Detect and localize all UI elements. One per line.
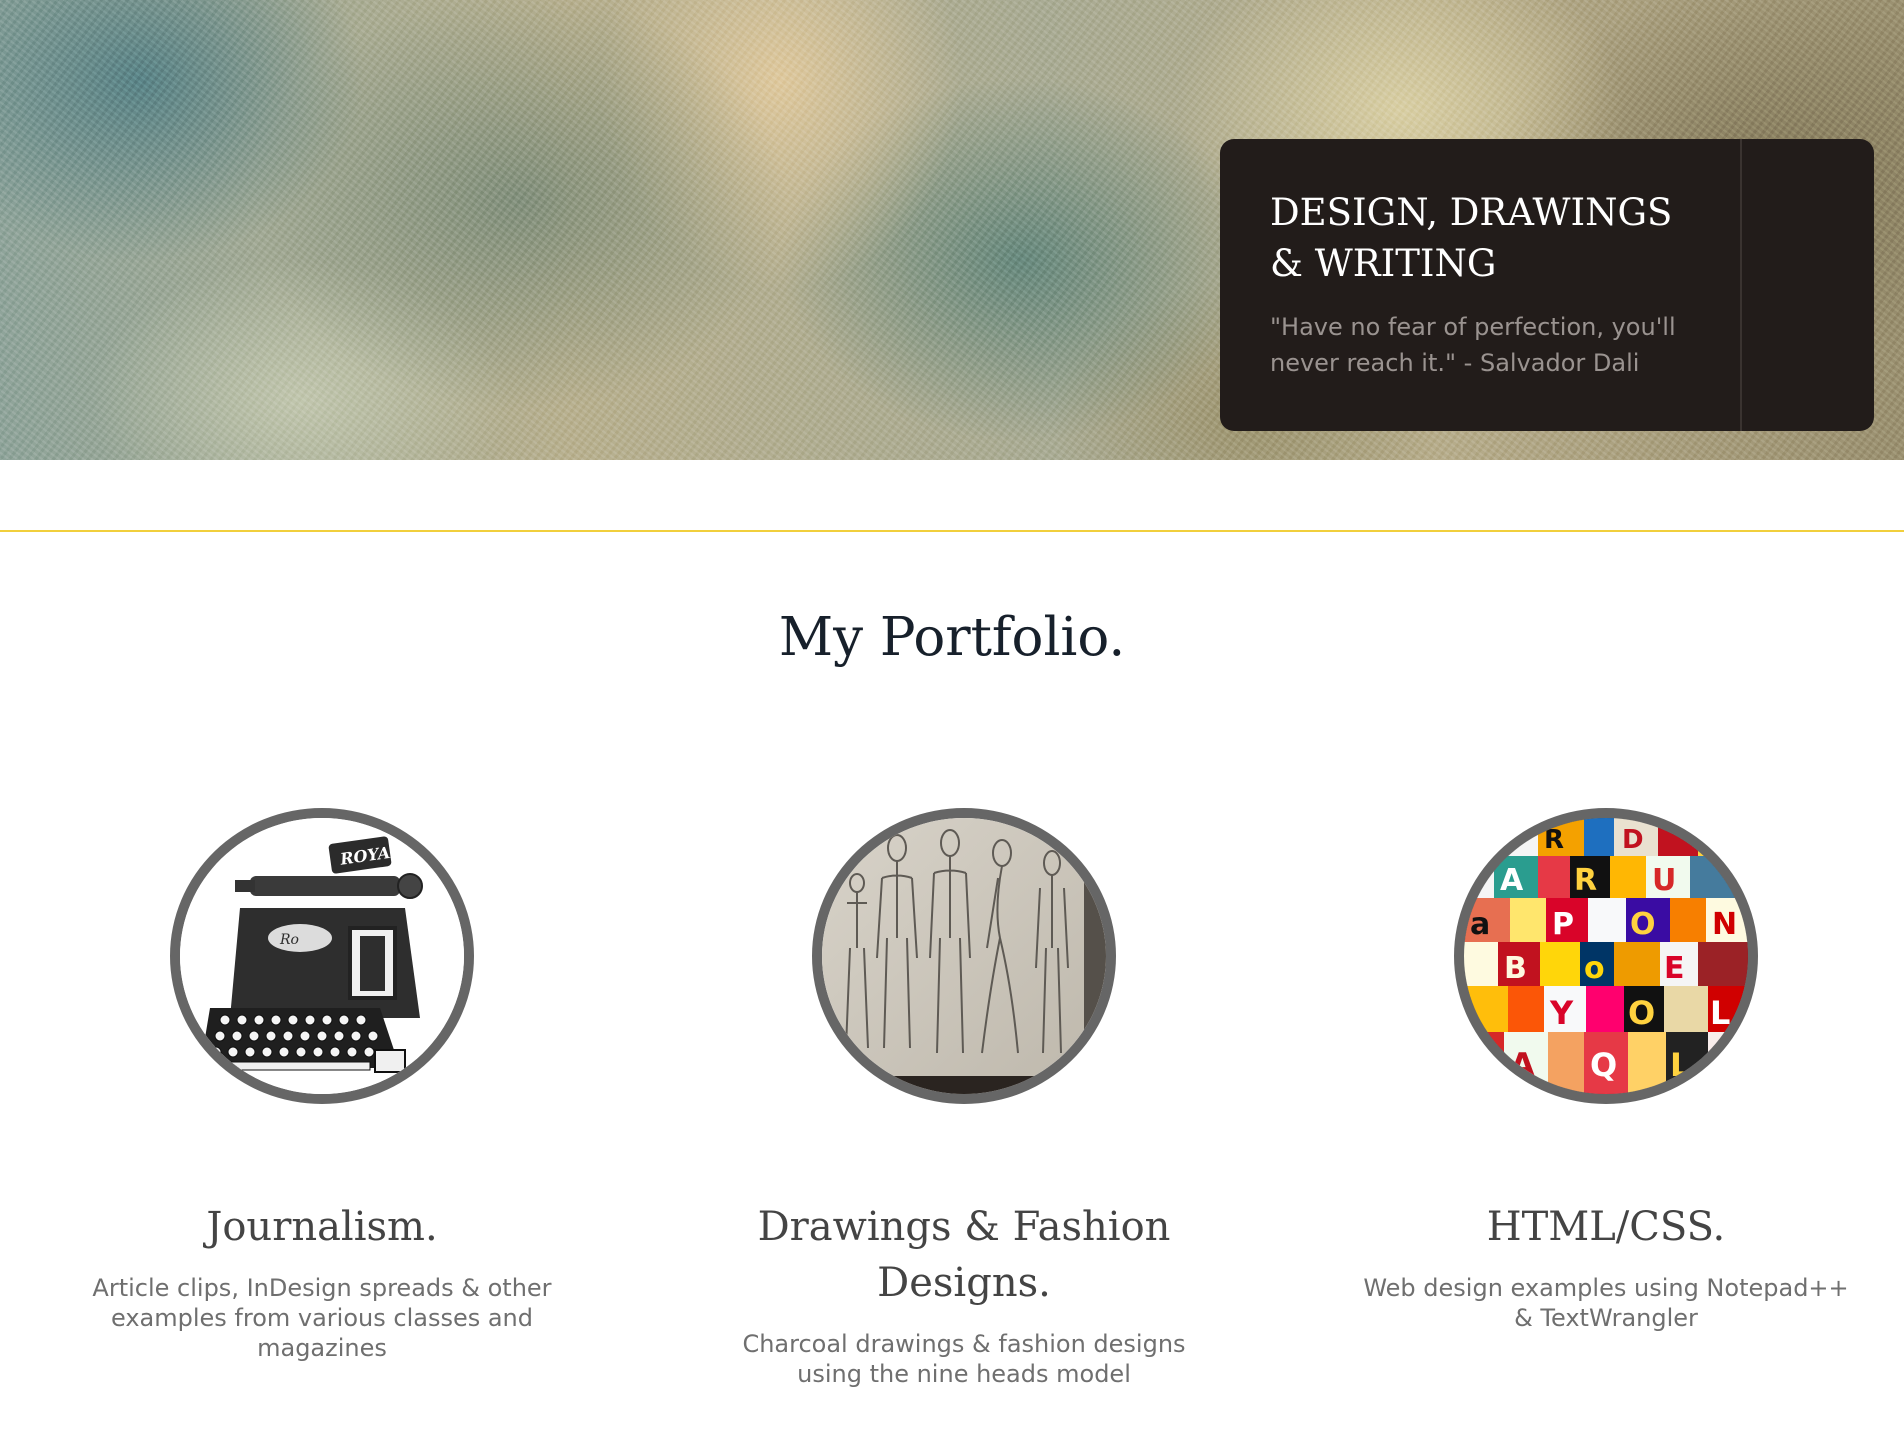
svg-text:O: O — [1628, 994, 1655, 1032]
portfolio-item-drawings: Drawings & Fashion Designs. Charcoal dra… — [704, 808, 1224, 1389]
svg-text:N: N — [1712, 907, 1737, 942]
hero-banner: DESIGN, DRAWINGS & WRITING "Have no fear… — [0, 0, 1904, 460]
journalism-description: Article clips, InDesign spreads & other … — [92, 1274, 552, 1362]
typewriter-image: ROYAL Ro — [180, 818, 464, 1094]
section-divider — [0, 530, 1904, 532]
hero-card: DESIGN, DRAWINGS & WRITING "Have no fear… — [1220, 139, 1874, 431]
svg-text:a: a — [1470, 907, 1490, 942]
journalism-title[interactable]: Journalism. — [62, 1199, 582, 1255]
svg-text:O: O — [1630, 907, 1656, 942]
svg-text:D: D — [1622, 825, 1644, 855]
svg-text:A: A — [1510, 1046, 1535, 1084]
svg-text:E: E — [1664, 951, 1685, 986]
svg-text:L: L — [1670, 1046, 1690, 1084]
svg-text:Q: Q — [1706, 825, 1728, 855]
site-title: DESIGN, DRAWINGS & WRITING — [1270, 191, 1673, 285]
svg-text:o: o — [1584, 951, 1605, 986]
html-css-description: Web design examples using Notepad++ & Te… — [1363, 1274, 1849, 1332]
svg-text:Q: Q — [1590, 1046, 1617, 1084]
svg-text:R: R — [1574, 863, 1597, 898]
svg-text:Y: Y — [1549, 994, 1574, 1032]
svg-text:R: R — [1544, 825, 1564, 855]
svg-text:L: L — [1710, 994, 1730, 1032]
hero-quote: "Have no fear of perfection, you'll neve… — [1270, 313, 1676, 377]
svg-text:A: A — [1500, 863, 1524, 898]
svg-text:A: A — [1472, 825, 1492, 855]
svg-text:U: U — [1652, 863, 1676, 898]
html-css-title[interactable]: HTML/CSS. — [1346, 1199, 1866, 1255]
svg-text:Ro: Ro — [279, 932, 299, 948]
drawings-thumbnail[interactable] — [812, 808, 1116, 1104]
page-title: My Portfolio. — [778, 607, 1126, 668]
drawings-title[interactable]: Drawings & Fashion Designs. — [734, 1199, 1194, 1311]
card-divider — [1740, 139, 1742, 431]
svg-text:B: B — [1504, 951, 1527, 986]
journalism-thumbnail[interactable]: ROYAL Ro — [170, 808, 474, 1104]
portfolio-item-journalism: ROYAL Ro Journalism. Article clips, InDe… — [62, 808, 582, 1363]
html-css-thumbnail[interactable]: A R D Q A R U a P O N B o E Y O L A Q L — [1454, 808, 1758, 1104]
svg-text:P: P — [1552, 907, 1574, 942]
portfolio-item-html-css: A R D Q A R U a P O N B o E Y O L A Q L — [1346, 808, 1866, 1333]
letter-collage-image: A R D Q A R U a P O N B o E Y O L A Q L — [1464, 818, 1748, 1094]
drawings-description: Charcoal drawings & fashion designs usin… — [742, 1330, 1186, 1388]
fashion-sketches-image — [822, 818, 1106, 1094]
